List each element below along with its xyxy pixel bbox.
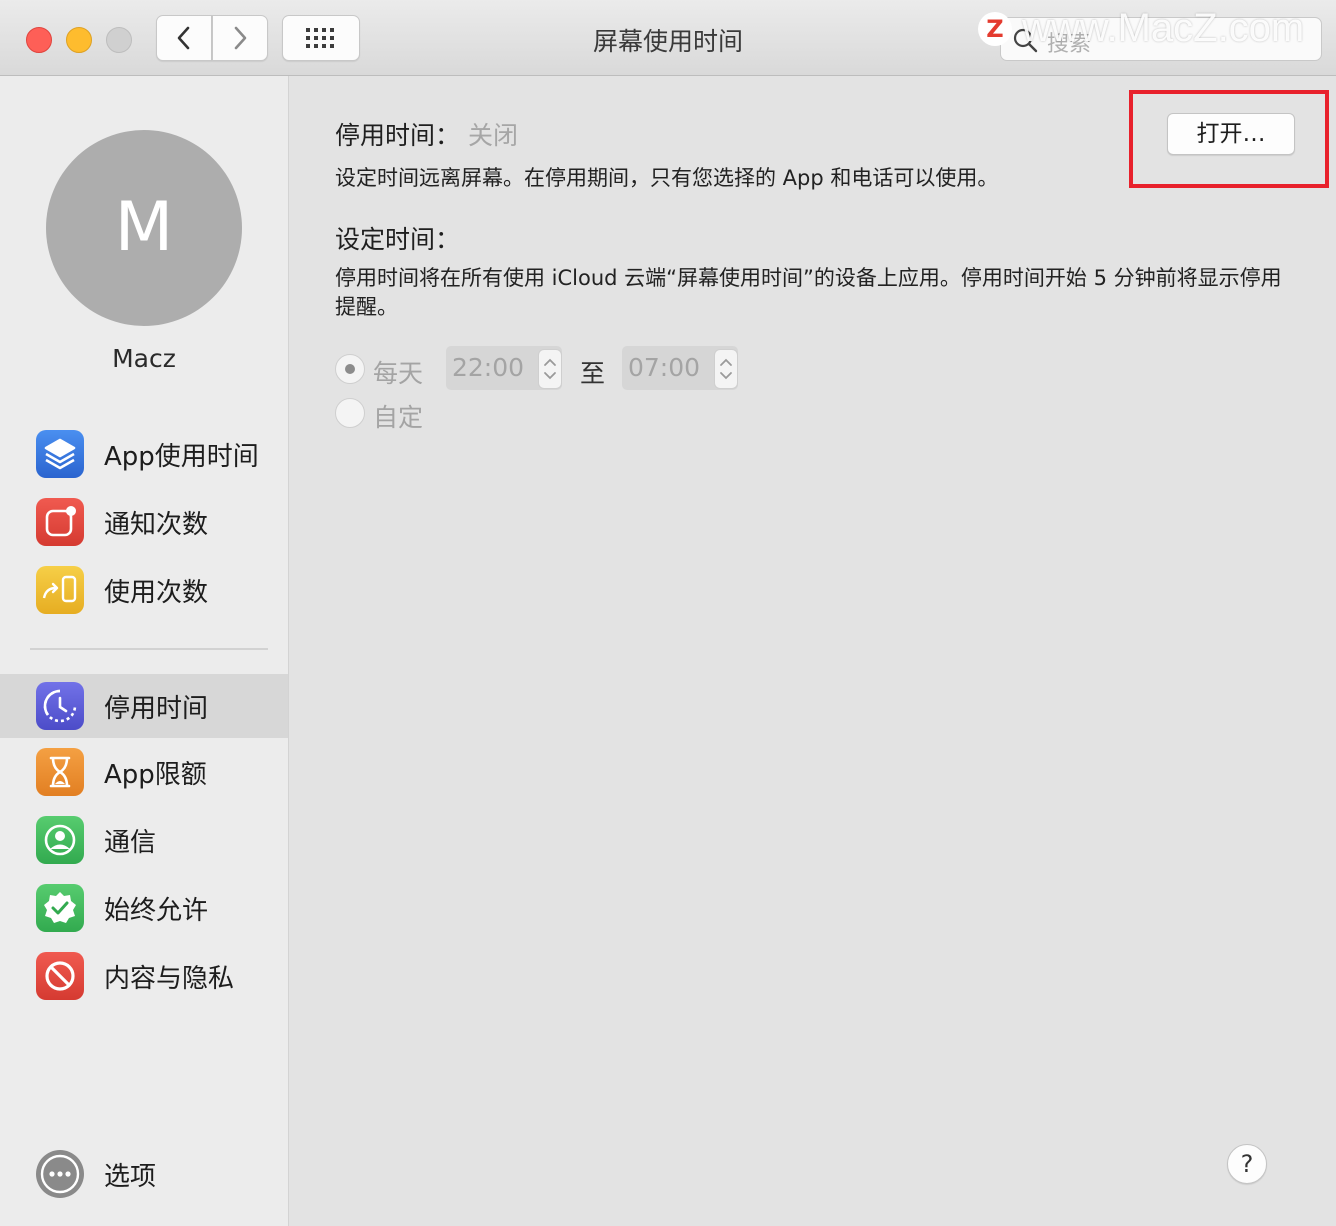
notification-icon (36, 498, 84, 546)
sidebar-item-pickups[interactable]: 使用次数 (0, 558, 288, 622)
watermark-logo: Z (978, 12, 1012, 46)
schedule-title: 设定时间： (335, 225, 461, 254)
end-time-field[interactable]: 07:00 (622, 346, 738, 390)
stack-icon (36, 430, 84, 478)
sidebar-item-label: 始终允许 (104, 896, 209, 926)
user-name: Macz (112, 344, 176, 373)
end-time-stepper[interactable] (714, 349, 738, 389)
custom-label: 自定 (373, 403, 424, 432)
start-time-stepper[interactable] (538, 349, 562, 389)
sidebar-item-communication[interactable]: 通信 (0, 808, 288, 872)
contact-icon (36, 816, 84, 864)
end-time-value: 07:00 (628, 353, 701, 382)
check-badge-icon (36, 884, 84, 932)
more-options-icon (36, 1150, 84, 1198)
to-label: 至 (580, 359, 606, 388)
avatar[interactable]: M (46, 130, 242, 326)
turn-on-button[interactable]: 打开… (1167, 113, 1295, 155)
sidebar: M Macz App使用时间 通知次数 使用次数 停用时间 App限额 通信 始… (0, 76, 289, 1226)
custom-radio[interactable] (335, 398, 365, 428)
sidebar-item-label: 通知次数 (104, 510, 209, 540)
sidebar-item-label: App使用时间 (104, 442, 259, 472)
hourglass-icon (36, 748, 84, 796)
start-time-value: 22:00 (452, 353, 525, 382)
sidebar-item-options[interactable]: 选项 (0, 1142, 288, 1206)
downtime-status-row: 停用时间： 关闭 (335, 116, 518, 152)
pickup-icon (36, 566, 84, 614)
every-day-radio[interactable] (335, 354, 365, 384)
downtime-description: 设定时间远离屏幕。在停用期间，只有您选择的 App 和电话可以使用。 (335, 166, 999, 190)
sidebar-item-notifications[interactable]: 通知次数 (0, 490, 288, 554)
schedule-description: 停用时间将在所有使用 iCloud 云端“屏幕使用时间”的设备上应用。停用时间开… (335, 266, 1282, 319)
sidebar-item-content-privacy[interactable]: 内容与隐私 (0, 944, 288, 1008)
downtime-icon (36, 682, 84, 730)
downtime-title: 停用时间： (335, 121, 461, 150)
sidebar-item-app-usage[interactable]: App使用时间 (0, 422, 288, 486)
downtime-panel: 停用时间： 关闭 设定时间远离屏幕。在停用期间，只有您选择的 App 和电话可以使… (289, 76, 1336, 1226)
help-button[interactable]: ? (1227, 1144, 1267, 1184)
block-icon (36, 952, 84, 1000)
title-bar: 屏幕使用时间 搜索 Z www.MacZ.com (0, 0, 1336, 76)
radio-selected-dot (345, 364, 355, 374)
watermark-text: www.MacZ.com (1022, 6, 1305, 50)
sidebar-item-label: 通信 (104, 828, 157, 858)
sidebar-item-label: 选项 (104, 1162, 157, 1192)
start-time-field[interactable]: 22:00 (446, 346, 562, 390)
sidebar-item-label: 停用时间 (104, 694, 209, 724)
sidebar-item-app-limits[interactable]: App限额 (0, 740, 288, 804)
sidebar-item-label: 内容与隐私 (104, 964, 235, 994)
sidebar-divider (30, 648, 268, 650)
stepper-arrows-icon (720, 358, 732, 380)
sidebar-item-downtime[interactable]: 停用时间 (0, 674, 288, 738)
every-day-label: 每天 (373, 359, 424, 388)
sidebar-item-label: App限额 (104, 760, 207, 790)
stepper-arrows-icon (544, 358, 556, 380)
sidebar-item-always-allowed[interactable]: 始终允许 (0, 876, 288, 940)
screen-time-window: 屏幕使用时间 搜索 Z www.MacZ.com M Macz App使用时间 … (0, 0, 1336, 1226)
sidebar-item-label: 使用次数 (104, 578, 209, 608)
downtime-status: 关闭 (468, 121, 519, 150)
